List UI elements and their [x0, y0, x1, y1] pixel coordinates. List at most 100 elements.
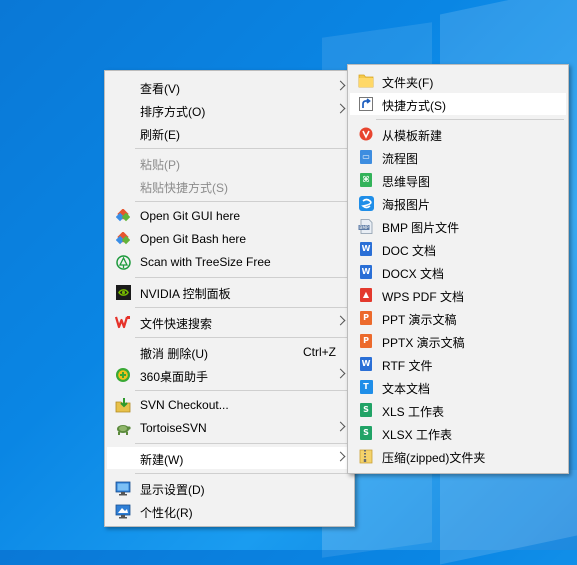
menu-item-label: 从模板新建: [382, 129, 443, 143]
svn-checkout-icon: [115, 397, 131, 413]
menu-item-label: 文件快速搜索: [140, 317, 213, 331]
menu-item-treesize[interactable]: Scan with TreeSize Free: [107, 251, 352, 273]
submenu-item-folder[interactable]: 文件夹(F): [350, 70, 566, 92]
menu-item-label: Scan with TreeSize Free: [140, 255, 271, 269]
menu-item-360-desktop[interactable]: 360桌面助手: [107, 364, 352, 386]
chevron-right-icon: [335, 368, 346, 379]
menu-separator: [135, 473, 350, 474]
txt-icon: T: [358, 379, 374, 395]
menu-item-label: 流程图: [382, 152, 419, 166]
new-submenu: 文件夹(F) 快捷方式(S) 从模板新建 ▭ 流程图 ⌘ 思维导图 海报图片 B…: [347, 64, 569, 474]
submenu-item-doc[interactable]: W DOC 文档: [350, 238, 566, 260]
menu-separator: [376, 119, 564, 120]
submenu-item-pdf[interactable]: ▲ WPS PDF 文档: [350, 284, 566, 306]
svg-text:BMP: BMP: [359, 225, 369, 231]
menu-item-label: 新建(W): [140, 453, 184, 467]
menu-separator: [135, 390, 350, 391]
submenu-item-pptx[interactable]: P PPTX 演示文稿: [350, 330, 566, 352]
menu-item-label: RTF 文件: [382, 359, 433, 373]
chevron-right-icon: [335, 451, 346, 462]
submenu-item-mindmap[interactable]: ⌘ 思维导图: [350, 169, 566, 191]
menu-item-label: XLS 工作表: [382, 405, 445, 419]
tortoise-icon: [115, 420, 131, 436]
doc-icon: W: [358, 241, 374, 257]
menu-separator: [135, 148, 350, 149]
menu-item-display-settings[interactable]: 显示设置(D): [107, 477, 352, 499]
menu-item-label: 海报图片: [382, 198, 431, 212]
menu-item-view[interactable]: 查看(V): [107, 76, 352, 98]
menu-item-label: NVIDIA 控制面板: [140, 287, 231, 301]
menu-item-label: TortoiseSVN: [140, 421, 207, 435]
submenu-item-xlsx[interactable]: S XLSX 工作表: [350, 422, 566, 444]
desktop-context-menu: 查看(V) 排序方式(O) 刷新(E) 粘贴(P) 粘贴快捷方式(S) Open…: [104, 70, 355, 527]
menu-item-label: BMP 图片文件: [382, 221, 460, 235]
nvidia-icon: [115, 284, 131, 300]
chevron-right-icon: [335, 315, 346, 326]
bmp-icon: BMP: [358, 218, 374, 234]
git-icon: [115, 231, 131, 247]
menu-item-sort-by[interactable]: 排序方式(O): [107, 99, 352, 121]
menu-separator: [135, 307, 350, 308]
menu-item-tortoisesvn[interactable]: TortoiseSVN: [107, 417, 352, 439]
git-icon: [115, 208, 131, 224]
docx-icon: W: [358, 264, 374, 280]
menu-separator: [135, 337, 350, 338]
menu-item-label: 压缩(zipped)文件夹: [382, 451, 486, 465]
menu-item-label: 文件夹(F): [382, 76, 434, 90]
submenu-item-shortcut[interactable]: 快捷方式(S): [350, 93, 566, 115]
shortcut-icon: [358, 96, 374, 112]
chevron-right-icon: [335, 103, 346, 114]
shortcut-label: Ctrl+Z: [303, 345, 336, 359]
menu-item-label: 显示设置(D): [140, 483, 205, 497]
menu-item-label: 360桌面助手: [140, 370, 209, 384]
submenu-item-rtf[interactable]: W RTF 文件: [350, 353, 566, 375]
submenu-item-docx[interactable]: W DOCX 文档: [350, 261, 566, 283]
menu-item-new[interactable]: 新建(W): [107, 447, 352, 469]
menu-separator: [135, 443, 350, 444]
menu-item-label: 刷新(E): [140, 128, 180, 142]
menu-item-undo-delete[interactable]: 撤消 删除(U) Ctrl+Z: [107, 341, 352, 363]
wallpaper-beam: [322, 470, 577, 550]
chevron-right-icon: [335, 80, 346, 91]
menu-item-git-bash[interactable]: Open Git Bash here: [107, 228, 352, 250]
menu-item-label: 查看(V): [140, 82, 180, 96]
menu-item-label: SVN Checkout...: [140, 398, 229, 412]
menu-item-svn-checkout[interactable]: SVN Checkout...: [107, 394, 352, 416]
menu-item-label: DOCX 文档: [382, 267, 445, 281]
poster-icon: [358, 195, 374, 211]
submenu-item-bmp[interactable]: BMP BMP 图片文件: [350, 215, 566, 237]
ppt-icon: P: [358, 310, 374, 326]
submenu-item-xls[interactable]: S XLS 工作表: [350, 399, 566, 421]
menu-separator: [135, 201, 350, 202]
menu-item-personalize[interactable]: 个性化(R): [107, 500, 352, 522]
menu-item-refresh[interactable]: 刷新(E): [107, 122, 352, 144]
zip-icon: [358, 448, 374, 464]
menu-item-nvidia[interactable]: NVIDIA 控制面板: [107, 281, 352, 303]
submenu-item-from-template[interactable]: 从模板新建: [350, 123, 566, 145]
menu-item-label: DOC 文档: [382, 244, 437, 258]
submenu-item-zip[interactable]: 压缩(zipped)文件夹: [350, 445, 566, 467]
submenu-item-ppt[interactable]: P PPT 演示文稿: [350, 307, 566, 329]
submenu-item-flowchart[interactable]: ▭ 流程图: [350, 146, 566, 168]
menu-item-paste: 粘贴(P): [107, 152, 352, 174]
display-icon: [115, 480, 131, 496]
submenu-item-text[interactable]: T 文本文档: [350, 376, 566, 398]
menu-item-label: 文本文档: [382, 382, 431, 396]
360-icon: [115, 367, 131, 383]
mindmap-icon: ⌘: [358, 172, 374, 188]
pptx-icon: P: [358, 333, 374, 349]
pdf-icon: ▲: [358, 287, 374, 303]
personalize-icon: [115, 503, 131, 519]
chevron-right-icon: [335, 421, 346, 432]
menu-item-label: 粘贴(P): [140, 158, 180, 172]
xls-icon: S: [358, 402, 374, 418]
menu-item-label: PPTX 演示文稿: [382, 336, 465, 350]
wps-icon: [115, 314, 131, 330]
menu-item-file-search[interactable]: 文件快速搜索: [107, 311, 352, 333]
menu-item-paste-shortcut: 粘贴快捷方式(S): [107, 175, 352, 197]
menu-item-label: PPT 演示文稿: [382, 313, 457, 327]
submenu-item-poster[interactable]: 海报图片: [350, 192, 566, 214]
menu-item-label: 撤消 删除(U): [140, 347, 208, 361]
menu-item-label: Open Git Bash here: [140, 232, 247, 246]
menu-item-git-gui[interactable]: Open Git GUI here: [107, 205, 352, 227]
